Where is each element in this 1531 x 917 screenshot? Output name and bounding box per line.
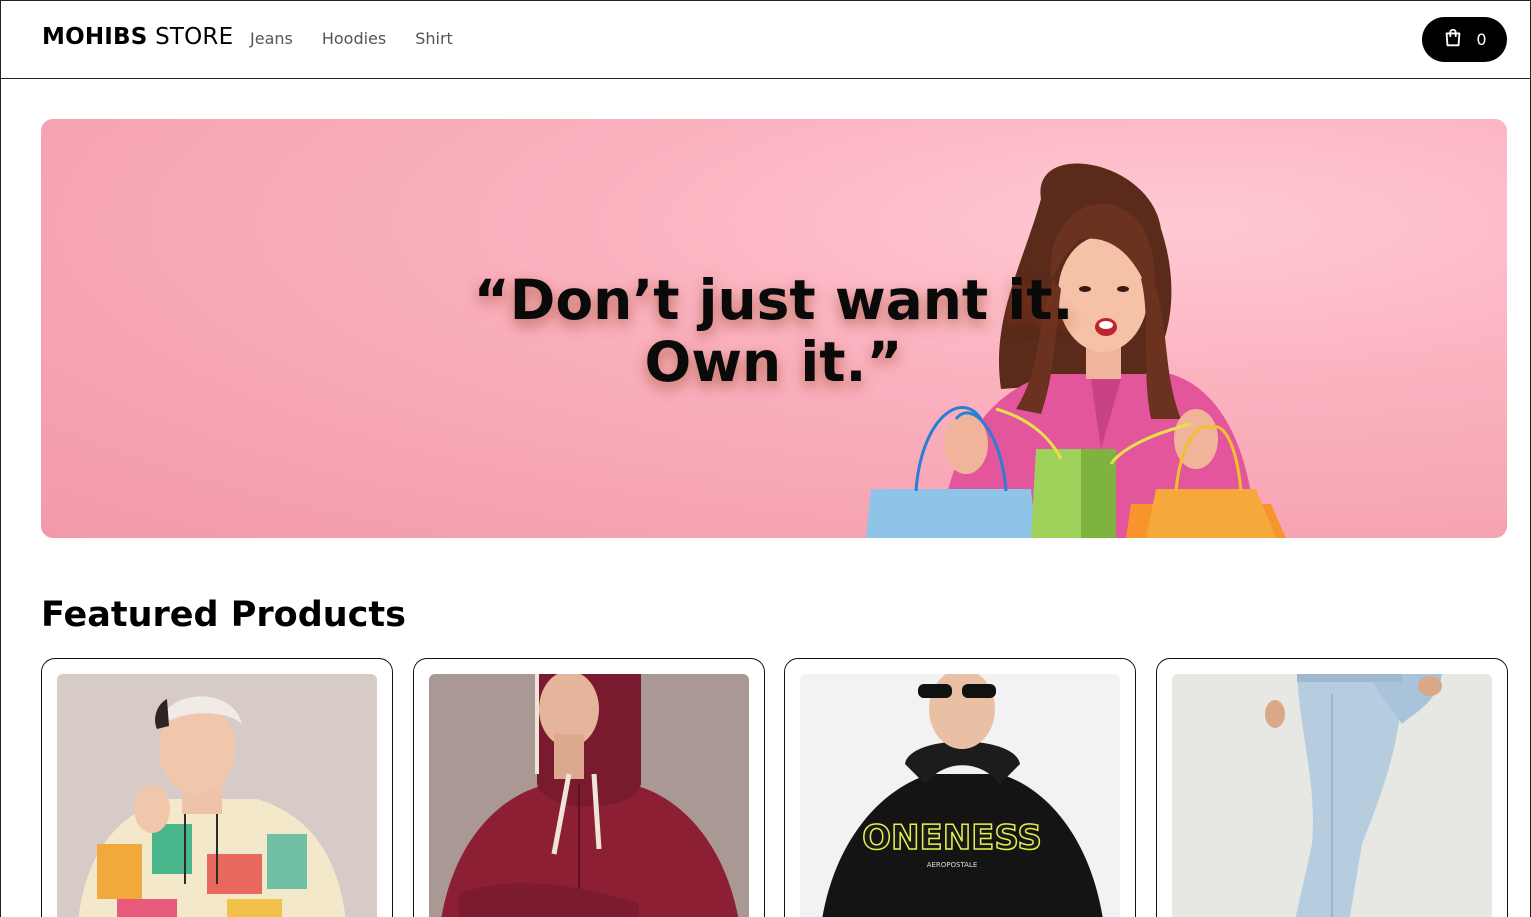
product-image-colorful-print-hoodie[interactable] xyxy=(57,674,377,917)
product-image-black-oneness-hoodie[interactable]: ONENESS AEROPOSTALE xyxy=(800,674,1120,917)
product-card[interactable]: ONENESS AEROPOSTALE xyxy=(784,658,1136,917)
brand-name-regular: STORE xyxy=(155,24,234,50)
brand-logo[interactable]: MOHIBS STORE xyxy=(42,24,233,50)
hero-banner: “Don’t just want it. Own it.” xyxy=(41,119,1507,538)
nav-link-hoodies[interactable]: Hoodies xyxy=(322,29,386,48)
shopping-bag-icon xyxy=(1442,27,1464,53)
svg-text:ONENESS: ONENESS xyxy=(862,818,1042,858)
product-card[interactable] xyxy=(41,658,393,917)
nav-link-shirt[interactable]: Shirt xyxy=(415,29,453,48)
product-image-maroon-zip-hoodie[interactable] xyxy=(429,674,749,917)
product-card[interactable] xyxy=(413,658,765,917)
store-page: MOHIBS STORE Jeans Hoodies Shirt 0 “Don’… xyxy=(0,0,1531,917)
main-nav: Jeans Hoodies Shirt xyxy=(250,29,482,48)
site-header: MOHIBS STORE Jeans Hoodies Shirt 0 xyxy=(1,1,1530,79)
product-card[interactable] xyxy=(1156,658,1508,917)
hero-quote: “Don’t just want it. Own it.” xyxy=(473,268,1074,394)
svg-text:AEROPOSTALE: AEROPOSTALE xyxy=(927,861,978,869)
cart-count: 0 xyxy=(1476,30,1487,49)
cart-button[interactable]: 0 xyxy=(1422,17,1507,62)
brand-name-bold: MOHIBS xyxy=(42,24,148,50)
nav-link-jeans[interactable]: Jeans xyxy=(250,29,293,48)
featured-products-heading: Featured Products xyxy=(41,595,406,635)
product-image-light-wash-jeans[interactable] xyxy=(1172,674,1492,917)
